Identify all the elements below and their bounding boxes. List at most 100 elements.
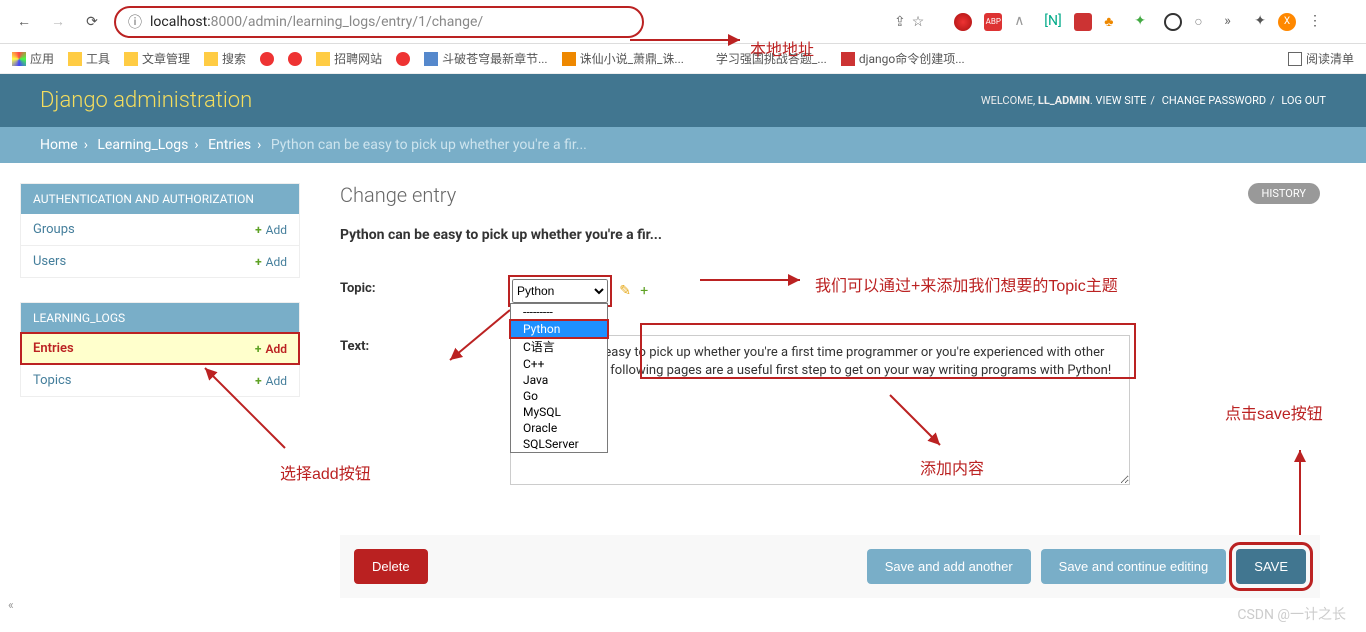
plus-icon: + bbox=[255, 255, 262, 269]
welcome-text: WELCOME, bbox=[981, 94, 1038, 107]
watermark: CSDN @一计之长 bbox=[1237, 604, 1346, 624]
plus-icon: + bbox=[255, 223, 262, 237]
groups-add[interactable]: +Add bbox=[255, 222, 287, 237]
opt-blank[interactable]: --------- bbox=[511, 304, 607, 321]
bookmark-bar: 应用 工具 文章管理 搜索 招聘网站 斗破苍穹最新章节... 诛仙小说_萧鼎_诛… bbox=[0, 44, 1366, 74]
ext-6[interactable]: ♣ bbox=[1104, 13, 1122, 31]
content-main: HISTORY Change entry Python can be easy … bbox=[320, 183, 1340, 598]
profile-icon[interactable]: X bbox=[1278, 13, 1296, 31]
plus-icon: + bbox=[255, 374, 262, 388]
ll-heading: LEARNING_LOGS bbox=[21, 303, 299, 333]
opt-python[interactable]: Python bbox=[511, 321, 607, 337]
opt-c[interactable]: C语言 bbox=[511, 337, 607, 356]
bm-8[interactable] bbox=[396, 52, 410, 66]
text-label: Text: bbox=[340, 335, 510, 354]
bm-django[interactable]: django命令创建项... bbox=[841, 50, 965, 67]
sidebar: AUTHENTICATION AND AUTHORIZATION Groups … bbox=[20, 183, 300, 598]
url-text: localhost:8000/admin/learning_logs/entry… bbox=[150, 14, 483, 30]
ext-4[interactable]: [N] bbox=[1044, 13, 1062, 31]
bm-5[interactable] bbox=[260, 52, 274, 66]
collapse-sidebar[interactable]: « bbox=[8, 598, 14, 612]
info-icon: ⓘ bbox=[128, 12, 142, 32]
submit-row: Delete Save and add another Save and con… bbox=[340, 535, 1320, 598]
site-title[interactable]: Django administration bbox=[40, 88, 252, 113]
history-button[interactable]: HISTORY bbox=[1248, 183, 1320, 204]
save-button[interactable]: SAVE bbox=[1236, 549, 1306, 584]
ext-2[interactable]: ABP bbox=[984, 13, 1002, 31]
auth-module: AUTHENTICATION AND AUTHORIZATION Groups … bbox=[20, 183, 300, 278]
menu-icon[interactable]: ⋮ bbox=[1308, 13, 1322, 31]
entries-add[interactable]: +Add bbox=[255, 341, 287, 356]
bm-jobs[interactable]: 招聘网站 bbox=[316, 50, 382, 67]
learning-logs-module: LEARNING_LOGS Entries +Add Topics +Add bbox=[20, 302, 300, 397]
opt-java[interactable]: Java bbox=[511, 372, 607, 388]
topic-dropdown: --------- Python C语言 C++ Java Go MySQL O… bbox=[510, 303, 608, 453]
breadcrumb: Home› Learning_Logs› Entries› Python can… bbox=[0, 127, 1366, 163]
groups-row: Groups +Add bbox=[21, 214, 299, 245]
opt-go[interactable]: Go bbox=[511, 388, 607, 404]
breadcrumb-model[interactable]: Entries bbox=[208, 137, 251, 153]
object-title: Python can be easy to pick up whether yo… bbox=[340, 227, 1320, 243]
bm-tools[interactable]: 工具 bbox=[68, 50, 110, 67]
topic-row: Topic: Python ✎ + --------- Python C语言 C… bbox=[340, 267, 1320, 315]
admin-header: Django administration WELCOME, LL_ADMIN.… bbox=[0, 74, 1366, 127]
entries-row: Entries +Add bbox=[21, 333, 299, 364]
opt-oracle[interactable]: Oracle bbox=[511, 420, 607, 436]
topics-row: Topics +Add bbox=[21, 364, 299, 396]
save-add-button[interactable]: Save and add another bbox=[867, 549, 1031, 584]
user-tools: WELCOME, LL_ADMIN. VIEW SITE/ CHANGE PAS… bbox=[981, 94, 1326, 107]
plus-icon: + bbox=[255, 342, 262, 356]
entries-link[interactable]: Entries bbox=[33, 341, 74, 356]
bm-9[interactable]: 斗破苍穹最新章节... bbox=[424, 50, 548, 67]
text-row: Text: bbox=[340, 325, 1320, 495]
star-icon[interactable]: ☆ bbox=[912, 14, 925, 30]
breadcrumb-app[interactable]: Learning_Logs bbox=[97, 137, 188, 153]
extension-icons: ABP ∧ [N] ♣ ✦ ○ » ✦ X ⋮ bbox=[954, 13, 1322, 31]
topic-label: Topic: bbox=[340, 277, 510, 296]
ext-8[interactable] bbox=[1164, 13, 1182, 31]
opt-cpp[interactable]: C++ bbox=[511, 356, 607, 372]
change-password-link[interactable]: CHANGE PASSWORD bbox=[1162, 94, 1266, 107]
ext-3[interactable]: ∧ bbox=[1014, 13, 1032, 31]
ext-1[interactable] bbox=[954, 13, 972, 31]
delete-button[interactable]: Delete bbox=[354, 549, 428, 584]
bm-10[interactable]: 诛仙小说_萧鼎_诛... bbox=[562, 50, 684, 67]
topics-add[interactable]: +Add bbox=[255, 373, 287, 388]
bm-articles[interactable]: 文章管理 bbox=[124, 50, 190, 67]
add-topic-icon[interactable]: + bbox=[640, 283, 648, 299]
url-actions: ⇪ ☆ bbox=[894, 14, 924, 30]
groups-link[interactable]: Groups bbox=[33, 222, 75, 237]
ext-5[interactable] bbox=[1074, 13, 1092, 31]
page-title: Change entry bbox=[340, 183, 1320, 207]
reload-button[interactable]: ⟳ bbox=[80, 10, 104, 34]
reading-list[interactable]: 阅读清单 bbox=[1288, 50, 1354, 67]
back-button[interactable]: ← bbox=[12, 10, 36, 34]
ext-7[interactable]: ✦ bbox=[1134, 13, 1152, 31]
opt-mysql[interactable]: MySQL bbox=[511, 404, 607, 420]
ext-10[interactable]: » bbox=[1224, 13, 1242, 31]
topics-link[interactable]: Topics bbox=[33, 373, 72, 388]
share-icon[interactable]: ⇪ bbox=[894, 14, 906, 30]
bm-12[interactable]: 学习强国挑战答题_... bbox=[698, 50, 827, 67]
users-add[interactable]: +Add bbox=[255, 254, 287, 269]
opt-sqlserver[interactable]: SQLServer bbox=[511, 436, 607, 452]
ext-9[interactable]: ○ bbox=[1194, 13, 1212, 31]
breadcrumb-home[interactable]: Home bbox=[40, 137, 78, 153]
extensions-icon[interactable]: ✦ bbox=[1254, 13, 1266, 31]
edit-topic-icon[interactable]: ✎ bbox=[619, 283, 631, 299]
bm-6[interactable] bbox=[288, 52, 302, 66]
username: LL_ADMIN bbox=[1038, 94, 1090, 107]
auth-heading: AUTHENTICATION AND AUTHORIZATION bbox=[21, 184, 299, 214]
view-site-link[interactable]: VIEW SITE bbox=[1096, 94, 1147, 107]
browser-toolbar: ← → ⟳ ⓘ localhost:8000/admin/learning_lo… bbox=[0, 0, 1366, 44]
users-row: Users +Add bbox=[21, 245, 299, 277]
save-continue-button[interactable]: Save and continue editing bbox=[1041, 549, 1227, 584]
forward-button[interactable]: → bbox=[46, 10, 70, 34]
url-bar[interactable]: ⓘ localhost:8000/admin/learning_logs/ent… bbox=[114, 6, 644, 38]
users-link[interactable]: Users bbox=[33, 254, 66, 269]
topic-select[interactable]: Python bbox=[512, 279, 608, 303]
apps-button[interactable]: 应用 bbox=[12, 50, 54, 67]
logout-link[interactable]: LOG OUT bbox=[1281, 94, 1326, 107]
bm-search[interactable]: 搜索 bbox=[204, 50, 246, 67]
breadcrumb-current: Python can be easy to pick up whether yo… bbox=[271, 137, 587, 153]
